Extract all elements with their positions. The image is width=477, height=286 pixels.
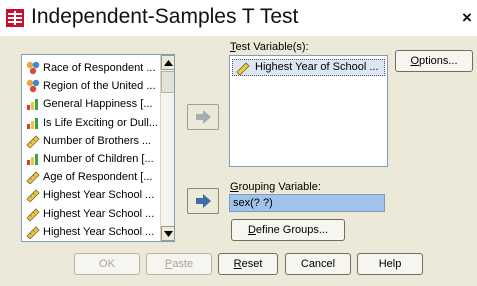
source-variable-list[interactable]: Race of Respondent ... Region of the Unit…: [21, 54, 175, 242]
list-item[interactable]: Number of Children [...: [24, 150, 159, 168]
scale-icon: [26, 171, 40, 185]
ordinal-icon: [27, 99, 38, 111]
list-item-label: Age of Respondent [...: [43, 171, 153, 184]
reset-button[interactable]: Reset: [218, 253, 278, 275]
list-item-label: Number of Children [...: [43, 153, 154, 165]
list-item-label: Highest Year School ...: [43, 207, 155, 220]
spss-app-icon: [6, 9, 24, 27]
scale-icon: [26, 226, 40, 239]
grouping-variable-field[interactable]: sex(? ?): [229, 194, 385, 212]
scroll-thumb[interactable]: [161, 71, 174, 93]
scroll-down-arrow-icon: [164, 231, 173, 237]
list-item-label: Number of Brothers ...: [43, 134, 152, 147]
arrow-right-icon: [196, 194, 211, 208]
test-variables-label: Test Variable(s):: [230, 41, 309, 53]
scale-icon: [26, 189, 40, 203]
options-button[interactable]: Options...: [395, 50, 473, 72]
scale-icon: [26, 208, 40, 221]
test-variables-list[interactable]: Highest Year of School ...: [229, 55, 388, 167]
list-item-label: Region of the United ...: [43, 80, 156, 93]
move-to-grouping-button[interactable]: [187, 188, 219, 214]
list-item[interactable]: Highest Year School ...: [24, 186, 159, 204]
close-icon[interactable]: ×: [462, 8, 472, 28]
list-item[interactable]: Number of Brothers ...: [24, 132, 159, 150]
list-item[interactable]: Highest Year School ...: [24, 223, 159, 241]
list-item-label: General Happiness [...: [43, 98, 153, 111]
window-title: Independent-Samples T Test: [31, 5, 299, 28]
scroll-up-button[interactable]: [161, 55, 174, 70]
grouping-variable-label: Grouping Variable:: [230, 181, 321, 193]
ordinal-icon: [27, 154, 38, 165]
ordinal-icon: [27, 117, 38, 129]
list-item-label: Highest Year School ...: [43, 225, 155, 238]
list-item[interactable]: Is Life Exciting or Dull...: [24, 114, 159, 132]
list-scrollbar[interactable]: [160, 55, 174, 241]
list-item[interactable]: Highest Year of School ...: [232, 59, 385, 76]
list-item[interactable]: Age of Respondent [...: [24, 168, 159, 186]
scroll-down-button[interactable]: [161, 226, 174, 241]
list-item[interactable]: Highest Year School ...: [24, 205, 159, 223]
list-item[interactable]: Race of Respondent ...: [24, 59, 159, 77]
help-button[interactable]: Help: [357, 253, 423, 275]
ok-button[interactable]: OK: [74, 253, 140, 275]
scroll-up-arrow-icon: [164, 60, 173, 66]
scale-icon: [26, 135, 40, 148]
define-groups-button[interactable]: Define Groups...: [231, 219, 345, 241]
list-item-label: Is Life Exciting or Dull...: [43, 116, 158, 129]
title-bar: Independent-Samples T Test ×: [0, 0, 477, 36]
list-item-label: Race of Respondent ...: [43, 62, 156, 74]
list-item[interactable]: Region of the United ...: [24, 77, 159, 95]
cancel-button[interactable]: Cancel: [285, 253, 351, 275]
nominal-icon: [26, 79, 40, 93]
arrow-right-icon: [196, 110, 211, 124]
move-to-test-button[interactable]: [187, 104, 219, 130]
scale-ruler-icon: [236, 62, 250, 75]
list-item[interactable]: General Happiness [...: [24, 95, 159, 113]
paste-button[interactable]: Paste: [146, 253, 212, 275]
nominal-icon: [26, 61, 40, 75]
list-item-label: Highest Year School ...: [43, 189, 155, 202]
